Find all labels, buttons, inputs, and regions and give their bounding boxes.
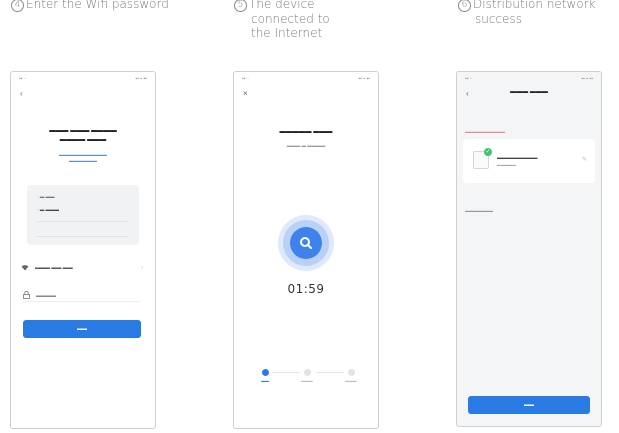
progress-steps: ▬▬ ▬▬▬ ▬▬▬ — [248, 369, 364, 399]
page-title: ▬▬▬▬▬ ▬▬▬ — [279, 128, 333, 135]
step-item: ▬▬▬ — [334, 369, 368, 383]
step-4-caption: 4 Enter the Wifi password — [11, 0, 169, 12]
password-label: ▬▬▬▬ — [36, 292, 56, 299]
screen-background — [457, 72, 601, 426]
close-icon[interactable]: × — [243, 89, 248, 98]
divider — [37, 221, 129, 237]
step-item: ▬▬▬ — [290, 369, 324, 383]
step-number: 4 — [11, 0, 24, 12]
wifi-select[interactable]: ▬▬▬ ▬▬ ▬▬ › — [21, 262, 143, 274]
caption-line: Distribution network — [473, 0, 596, 11]
status-bar: ▪▪ ◦ ▪▪ ▪ ▪▪ — [465, 76, 593, 84]
section-label: ▬▬▬▬▬▬▬▬▬▬ — [465, 129, 505, 134]
edit-icon[interactable]: ✎ — [582, 156, 587, 163]
status-right: ▪▪ ▪ ▪▪ — [581, 76, 593, 82]
step-6-caption: 6 Distribution network success — [458, 0, 596, 26]
caption-line: success — [475, 12, 522, 26]
wifi-name: ▬▬▬ ▬▬ ▬▬ — [35, 265, 73, 271]
page-title: ▬▬▬ ▬▬▬ — [510, 89, 548, 95]
page-subtitle: ▬▬▬ ▬ ▬▬▬▬ — [286, 143, 326, 148]
status-bar: ▪▪ ◦ ▪▪ ▪ ▪▪ — [242, 76, 370, 84]
back-icon[interactable]: ‹ — [20, 89, 23, 98]
section-label: ▬▬▬▬▬▬▬ — [465, 208, 493, 213]
device-card[interactable]: ✓ ▬▬▬▬▬▬▬▬▬ ▬▬▬▬▬ ✎ — [463, 139, 595, 183]
network-row-selected: · ▬ ▬▬▬ — [37, 207, 59, 212]
step-label: ▬▬ — [261, 379, 269, 383]
step-item-active: ▬▬ — [248, 369, 282, 383]
step-5-caption: 5 The device connected to the Internet — [234, 0, 330, 40]
phone-screen-success: ▪▪ ◦ ▪▪ ▪ ▪▪ ‹ ▬▬▬ ▬▬▬ ▬▬▬▬▬▬▬▬▬▬ ✓ ▬▬▬▬… — [456, 71, 602, 427]
search-icon — [298, 235, 314, 251]
wifi-icon — [21, 264, 29, 273]
status-left: ▪▪ ◦ — [465, 76, 472, 82]
check-icon: ✓ — [484, 148, 492, 156]
phone-screen-connecting: ▪▪ ◦ ▪▪ ▪ ▪▪ × ▬▬▬▬▬ ▬▬▬ ▬▬▬ ▬ ▬▬▬▬ 01:5… — [233, 71, 379, 429]
status-right: ▪▪ ▪ ▪▪ — [358, 76, 370, 82]
network-row: · ▬ ▬▬ — [37, 194, 55, 199]
device-status: ▬▬▬▬▬ — [497, 163, 516, 167]
caption-line: Enter the Wifi password — [26, 0, 169, 11]
page-subtitle: ▬▬▬▬▬▬▬▬▬▬▬▬ ▬▬▬▬▬▬▬ — [59, 152, 107, 163]
step-number: 6 — [458, 0, 471, 12]
caption-line: connected to — [251, 12, 330, 26]
status-left: ▪▪ ◦ — [19, 76, 26, 82]
countdown-timer: 01:59 — [287, 282, 325, 296]
step-number: 5 — [234, 0, 247, 12]
device-icon: ✓ — [473, 148, 492, 169]
step-dot — [303, 369, 311, 376]
caption-line: the Internet — [251, 26, 323, 40]
lock-icon — [23, 290, 30, 301]
next-button[interactable]: ▬▬ — [23, 320, 141, 338]
chevron-right-icon: › — [141, 265, 143, 271]
done-button[interactable]: ▬▬ — [468, 396, 590, 414]
device-name: ▬▬▬▬▬▬▬▬▬ — [497, 155, 538, 160]
router-illustration: · ▬ ▬▬ · ▬ ▬▬▬ — [27, 185, 139, 245]
step-dot — [347, 369, 355, 376]
status-right: ▪▪ ▪ ▪▪ — [135, 76, 147, 82]
phone-screen-wifi-password: ▪▪ ◦ ▪▪ ▪ ▪▪ ‹ ▬▬▬ ▬▬▬ ▬▬▬▬ ▬▬▬▬ ▬▬▬ ▬▬▬▬… — [10, 71, 156, 429]
status-bar: ▪▪ ◦ ▪▪ ▪ ▪▪ — [19, 76, 147, 84]
step-label: ▬▬▬ — [301, 379, 313, 383]
step-dot — [261, 369, 269, 376]
page-title: ▬▬▬ ▬▬▬ ▬▬▬▬ ▬▬▬▬ ▬▬▬ — [49, 127, 117, 143]
status-left: ▪▪ ◦ — [242, 76, 249, 82]
password-field[interactable]: ▬▬▬▬ — [23, 290, 141, 302]
step-label: ▬▬▬ — [345, 379, 357, 383]
caption-line: The device — [249, 0, 315, 11]
